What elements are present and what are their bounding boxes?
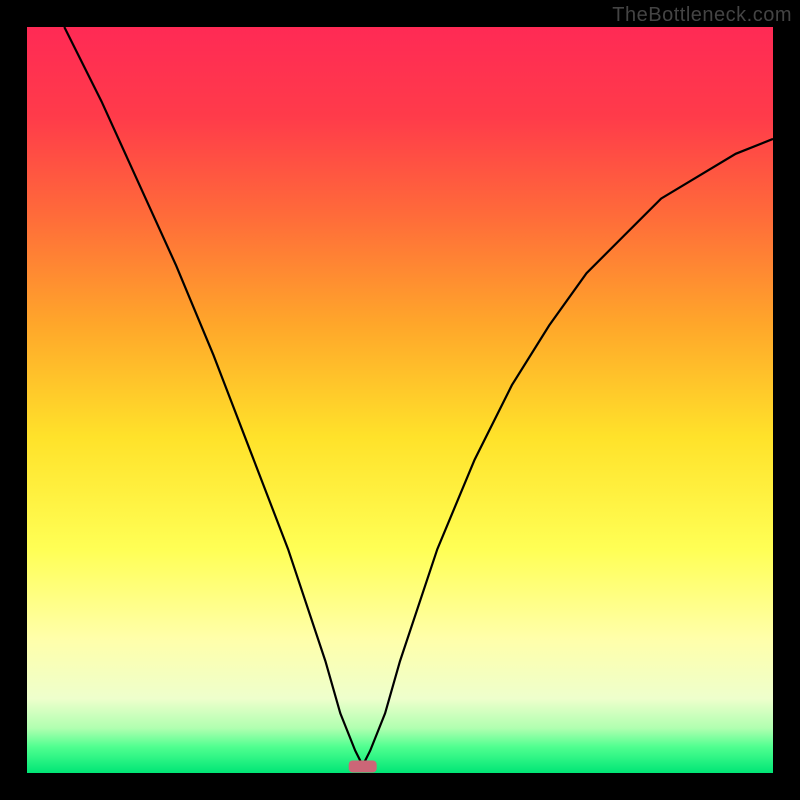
watermark-text: TheBottleneck.com (612, 4, 792, 27)
minimum-marker (349, 761, 377, 773)
plot-area (27, 27, 773, 773)
gradient-background-chart (27, 27, 773, 773)
chart-frame: TheBottleneck.com (0, 0, 800, 800)
